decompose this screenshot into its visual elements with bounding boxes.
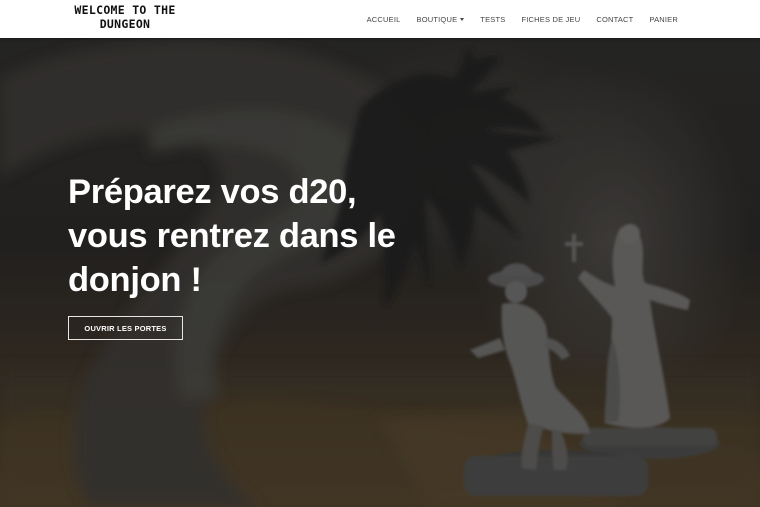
- nav-item-label: ACCUEIL: [366, 14, 401, 24]
- nav-item-contact[interactable]: CONTACT: [588, 15, 641, 24]
- nav-item-label: FICHES DE JEU: [521, 14, 581, 24]
- nav-item-boutique[interactable]: BOUTIQUE: [409, 15, 473, 24]
- site-header: WELCOME TO THE DUNGEON ACCUEIL BOUTIQUE …: [0, 0, 760, 38]
- hero-title-line-1: Préparez vos d20,: [68, 173, 357, 211]
- nav-item-label: BOUTIQUE: [416, 14, 458, 24]
- caret-down-icon: [460, 17, 465, 21]
- site-logo[interactable]: WELCOME TO THE DUNGEON: [66, 3, 184, 31]
- hero-title-line-2: vous rentrez dans le: [68, 217, 396, 255]
- nav-item-label: CONTACT: [596, 14, 634, 24]
- main-nav: ACCUEIL BOUTIQUE TESTS FICHES DE JEU CON…: [359, 0, 686, 38]
- logo-line-2: DUNGEON: [99, 17, 151, 31]
- open-doors-button-label: OUVRIR LES PORTES: [84, 323, 167, 333]
- nav-item-fiches-de-jeu[interactable]: FICHES DE JEU: [513, 15, 588, 24]
- hero-title-line-3: donjon !: [68, 261, 202, 299]
- open-doors-button[interactable]: OUVRIR LES PORTES: [68, 316, 183, 340]
- nav-item-label: TESTS: [480, 14, 506, 24]
- logo-line-1: WELCOME TO THE: [74, 3, 176, 17]
- nav-item-accueil[interactable]: ACCUEIL: [359, 15, 409, 24]
- nav-item-panier[interactable]: PANIER: [641, 15, 686, 24]
- nav-item-label: PANIER: [649, 14, 678, 24]
- nav-item-tests[interactable]: TESTS: [472, 15, 513, 24]
- hero-section: Préparez vos d20, vous rentrez dans le d…: [0, 38, 760, 507]
- hero-title: Préparez vos d20, vous rentrez dans le d…: [68, 170, 448, 302]
